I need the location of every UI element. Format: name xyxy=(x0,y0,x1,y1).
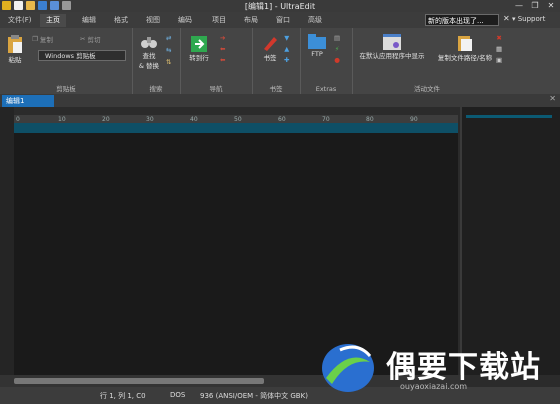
cut-button[interactable]: ✂ 剪切 xyxy=(80,34,100,44)
ruler-tick: 30 xyxy=(146,116,154,123)
support-menu[interactable]: ▾ Support xyxy=(512,15,545,23)
goto-line-button[interactable]: 转到行 xyxy=(184,36,214,62)
bookmark-label: 书签 xyxy=(263,54,277,62)
tab-home[interactable]: 主页 xyxy=(40,14,66,27)
cut-label: 剪切 xyxy=(87,36,101,44)
tab-view[interactable]: 视图 xyxy=(140,14,166,27)
file-info-icon[interactable]: ▦ xyxy=(496,45,502,53)
watermark-url: ouyaoxiazai.com xyxy=(400,382,468,391)
copy-path-icon xyxy=(458,36,472,51)
update-notice[interactable]: 新的版本出现了... xyxy=(425,14,499,26)
ruler-tick: 40 xyxy=(190,116,198,123)
tab-file[interactable]: 文件(F) xyxy=(2,14,38,27)
minimize-button[interactable]: — xyxy=(512,0,526,11)
navigation-group-label: 导航 xyxy=(209,85,223,93)
clipboard-select[interactable]: Windows 剪贴板 xyxy=(38,50,126,61)
replace-label: & 替换 xyxy=(138,62,160,70)
active-file-group-label: 活动文件 xyxy=(414,85,440,93)
document-tab-bar: 编辑1 ✕ xyxy=(0,94,560,107)
ruler: 0 10 20 30 40 50 60 70 80 90 xyxy=(14,115,458,133)
tab-advanced[interactable]: 高级 xyxy=(302,14,328,27)
paste-button[interactable]: 粘贴 xyxy=(4,34,26,64)
ribbon: 粘贴 ❐ 复制 ✂ 剪切 Windows 剪贴板 剪贴板 查找 & 替换 ⇄ ⇆ ⇅… xyxy=(0,28,560,95)
notice-close-icon[interactable]: ✕ xyxy=(503,14,510,23)
tab-window[interactable]: 窗口 xyxy=(270,14,296,27)
tab-edit[interactable]: 编辑 xyxy=(76,14,102,27)
line-ending[interactable]: DOS xyxy=(170,391,185,399)
ruler-tick: 20 xyxy=(102,116,110,123)
line-number-gutter xyxy=(0,107,14,375)
find-prev-icon[interactable]: ⇅ xyxy=(166,58,171,66)
ftp-folder-icon xyxy=(308,34,326,49)
find-in-files-icon[interactable]: ⇄ xyxy=(166,34,171,42)
extras-group: FTP ▤ ⚡ ● Extras xyxy=(300,28,353,94)
ruler-tick: 70 xyxy=(322,116,330,123)
window-title: [编辑1] - UltraEdit xyxy=(244,2,316,11)
bookmarks-group: 书签 ▼ ▲ ✚ 书签 xyxy=(252,28,301,94)
watermark-text: 偶要下载站 xyxy=(386,350,541,385)
copy-path-label: 复制文件路径/名称 xyxy=(437,54,493,62)
scrollbar-thumb[interactable] xyxy=(14,378,264,384)
ruler-tick: 90 xyxy=(410,116,418,123)
doc-close-icon[interactable]: ✕ xyxy=(549,94,556,103)
copy-path-button[interactable]: 复制文件路径/名称 xyxy=(432,34,498,62)
tab-encoding[interactable]: 编码 xyxy=(172,14,198,27)
ruler-tick: 60 xyxy=(278,116,286,123)
open-default-label: 在默认应用程序中显示 xyxy=(359,52,425,60)
cut-icon: ✂ xyxy=(80,35,86,43)
prev-position-icon[interactable]: ⬅ xyxy=(220,45,225,53)
ftp-sync-icon[interactable]: ⚡ xyxy=(335,45,340,53)
prev-bookmark-icon[interactable]: ▲ xyxy=(284,45,289,53)
close-file-icon[interactable]: ✖ xyxy=(496,34,501,42)
restore-button[interactable]: ❐ xyxy=(528,0,542,11)
copy-button[interactable]: ❐ 复制 xyxy=(32,34,53,44)
bookmark-button[interactable]: 书签 xyxy=(256,34,284,62)
copy-label: 复制 xyxy=(39,36,53,44)
find-replace-button[interactable]: 查找 & 替换 xyxy=(134,34,164,70)
tab-format[interactable]: 格式 xyxy=(108,14,134,27)
ruler-tick: 80 xyxy=(366,116,374,123)
goto-arrow-icon xyxy=(191,36,207,52)
open-default-app-button[interactable]: 在默认应用程序中显示 xyxy=(352,34,432,60)
ftp-stop-icon[interactable]: ● xyxy=(334,56,340,64)
next-bookmark-icon[interactable]: ▼ xyxy=(284,34,289,42)
active-file-group: 在默认应用程序中显示 复制文件路径/名称 ✖ ▦ ▣ 活动文件 xyxy=(352,28,560,94)
file-props-icon[interactable]: ▣ xyxy=(496,56,502,64)
paste-icon xyxy=(8,35,22,53)
tab-layout[interactable]: 布局 xyxy=(238,14,264,27)
ruler-tick: 0 xyxy=(16,116,20,123)
navigation-group: 转到行 ➔ ⬅ ⬅ 导航 xyxy=(180,28,253,94)
clipboard-group: 粘贴 ❐ 复制 ✂ 剪切 Windows 剪贴板 剪贴板 xyxy=(0,28,133,94)
search-group: 查找 & 替换 ⇄ ⇆ ⇅ 搜索 xyxy=(132,28,181,94)
binoculars-icon xyxy=(141,37,157,48)
find-label: 查找 xyxy=(142,52,156,60)
replace-in-files-icon[interactable]: ⇆ xyxy=(166,46,171,54)
minimap-viewport xyxy=(466,115,552,118)
close-button[interactable]: ✕ xyxy=(544,0,558,11)
document-tab[interactable]: 编辑1 xyxy=(2,95,54,107)
next-position-icon[interactable]: ➔ xyxy=(220,34,225,42)
tab-project[interactable]: 项目 xyxy=(206,14,232,27)
search-group-label: 搜索 xyxy=(149,85,163,93)
ftp-browser-icon[interactable]: ▤ xyxy=(334,34,340,42)
ruler-tick: 10 xyxy=(58,116,66,123)
ruler-band xyxy=(14,123,458,133)
ruler-tick: 50 xyxy=(234,116,242,123)
ftp-label: FTP xyxy=(311,50,323,58)
goto-label: 转到行 xyxy=(189,54,209,62)
cursor-position: 行 1, 列 1, C0 xyxy=(100,392,146,400)
bookmarks-group-label: 书签 xyxy=(269,85,283,93)
clear-bookmarks-icon[interactable]: ✚ xyxy=(284,56,289,64)
ftp-button[interactable]: FTP xyxy=(304,34,330,58)
extras-group-label: Extras xyxy=(315,85,337,93)
copy-icon: ❐ xyxy=(32,35,38,43)
back-icon[interactable]: ⬅ xyxy=(220,56,225,64)
app-window-icon xyxy=(383,34,401,50)
bookmark-icon xyxy=(264,37,277,51)
minimap-pane[interactable] xyxy=(460,107,560,375)
title-bar: [编辑1] - UltraEdit — ❐ ✕ xyxy=(0,0,560,12)
paste-label: 粘贴 xyxy=(8,56,22,64)
encoding-status[interactable]: 936 (ANSI/OEM - 简体中文 GBK) xyxy=(200,391,308,401)
clipboard-group-label: 剪贴板 xyxy=(56,85,76,93)
